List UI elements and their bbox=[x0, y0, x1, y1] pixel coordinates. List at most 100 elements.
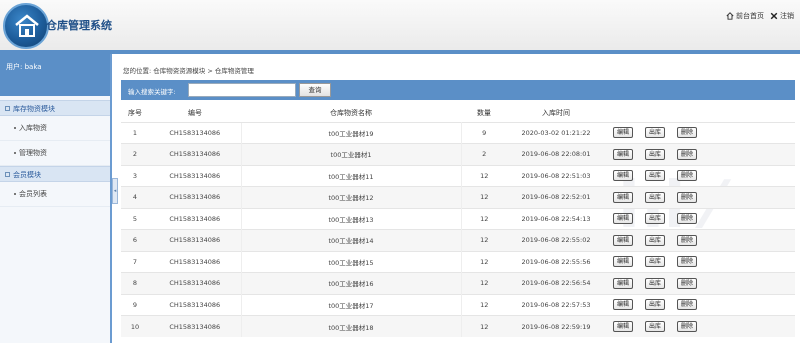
sidebar-group-inventory[interactable]: 库存物资模块 bbox=[0, 100, 110, 116]
sidebar-item-manage[interactable]: 管理物资 bbox=[0, 141, 110, 166]
outbound-button[interactable]: 出库 bbox=[645, 256, 666, 268]
search-input[interactable] bbox=[188, 83, 296, 97]
outbound-button[interactable]: 出库 bbox=[645, 277, 666, 289]
sidebar-group-label: 库存物资模块 bbox=[13, 105, 55, 113]
outbound-button[interactable]: 出库 bbox=[645, 213, 666, 225]
cell-name: t00工业器材18 bbox=[240, 315, 462, 337]
cell-code: CH1583134086 bbox=[149, 315, 241, 337]
cell-code: CH1583134086 bbox=[149, 207, 241, 230]
cell-code: CH1583134086 bbox=[149, 121, 241, 144]
delete-button[interactable]: 删除 bbox=[677, 299, 698, 311]
edit-button[interactable]: 编辑 bbox=[613, 213, 634, 225]
sidebar-group-members[interactable]: 会员模块 bbox=[0, 166, 110, 182]
cell-no: 10 bbox=[121, 315, 149, 337]
main-content: hi ⁄ 您的位置: 仓库物资资源模块 > 仓库物资管理 输入搜索关键字: 查询… bbox=[118, 54, 800, 343]
logout-link-label: 注销 bbox=[780, 12, 794, 20]
edit-button[interactable]: 编辑 bbox=[613, 191, 634, 203]
delete-button[interactable]: 删除 bbox=[677, 191, 698, 203]
cell-actions: 编辑 出库 删除 bbox=[605, 143, 795, 165]
delete-button[interactable]: 删除 bbox=[677, 256, 698, 268]
cell-name: t00工业器材19 bbox=[240, 121, 462, 144]
table-row: 10 CH1583134086 t00工业器材18 12 2019-06-08 22:5… bbox=[121, 315, 795, 337]
delete-button[interactable]: 删除 bbox=[677, 148, 698, 160]
cell-qty: 12 bbox=[461, 250, 507, 273]
edit-button[interactable]: 编辑 bbox=[613, 299, 634, 311]
cell-no: 6 bbox=[121, 229, 149, 251]
cell-no: 9 bbox=[121, 293, 149, 316]
header-name: 仓库物资名称 bbox=[330, 109, 372, 118]
delete-button[interactable]: 删除 bbox=[677, 213, 698, 225]
edit-button[interactable]: 编辑 bbox=[613, 170, 634, 182]
sidebar-item-label: 会员列表 bbox=[19, 190, 47, 198]
cell-code: CH1583134086 bbox=[149, 164, 241, 187]
search-button[interactable]: 查询 bbox=[299, 83, 331, 97]
outbound-button[interactable]: 出库 bbox=[645, 191, 666, 203]
delete-button[interactable]: 删除 bbox=[677, 277, 698, 289]
outbound-button[interactable]: 出库 bbox=[645, 148, 666, 160]
outbound-button[interactable]: 出库 bbox=[645, 299, 666, 311]
cell-actions: 编辑 出库 删除 bbox=[605, 186, 795, 208]
cell-actions: 编辑 出库 删除 bbox=[605, 164, 795, 187]
close-icon bbox=[770, 12, 778, 20]
outbound-button[interactable]: 出库 bbox=[645, 127, 666, 139]
sidebar-item-member-list[interactable]: 会员列表 bbox=[0, 182, 110, 207]
cell-actions: 编辑 出库 删除 bbox=[605, 250, 795, 273]
edit-button[interactable]: 编辑 bbox=[613, 321, 634, 332]
home-link[interactable]: 前台首页 bbox=[726, 11, 764, 21]
cell-qty: 12 bbox=[461, 229, 507, 251]
cell-qty: 12 bbox=[461, 186, 507, 208]
edit-button[interactable]: 编辑 bbox=[613, 277, 634, 289]
sidebar-item-label: 管理物资 bbox=[19, 149, 47, 157]
outbound-button[interactable]: 出库 bbox=[645, 170, 666, 182]
home-icon bbox=[726, 12, 734, 20]
cell-no: 2 bbox=[121, 143, 149, 165]
cell-no: 5 bbox=[121, 207, 149, 230]
cell-qty: 12 bbox=[461, 272, 507, 294]
sidebar-group-label: 会员模块 bbox=[13, 171, 41, 179]
cell-no: 7 bbox=[121, 250, 149, 273]
bullet-icon bbox=[14, 152, 16, 154]
delete-button[interactable]: 删除 bbox=[677, 234, 698, 246]
sidebar-item-inbound[interactable]: 入库物资 bbox=[0, 116, 110, 141]
cell-actions: 编辑 出库 删除 bbox=[605, 207, 795, 230]
edit-button[interactable]: 编辑 bbox=[613, 127, 634, 139]
logo bbox=[3, 3, 49, 49]
header-qty: 数量 bbox=[477, 109, 491, 118]
cell-time: 2019-06-08 22:56:54 bbox=[507, 272, 605, 294]
home-link-label: 前台首页 bbox=[736, 12, 764, 20]
cell-time: 2019-06-08 22:54:13 bbox=[507, 207, 605, 230]
table-row: 5 CH1583134086 t00工业器材13 12 2019-06-08 22:54… bbox=[121, 207, 795, 230]
app-title: 仓库管理系统 bbox=[46, 19, 112, 32]
delete-button[interactable]: 删除 bbox=[677, 321, 698, 332]
cell-name: t00工业器材17 bbox=[240, 293, 462, 316]
delete-button[interactable]: 删除 bbox=[677, 170, 698, 182]
cell-name: t00工业器材1 bbox=[240, 143, 462, 165]
cell-time: 2019-06-08 22:08:01 bbox=[507, 143, 605, 165]
outbound-button[interactable]: 出库 bbox=[645, 321, 666, 332]
table-row: 8 CH1583134086 t00工业器材16 12 2019-06-08 22:56… bbox=[121, 272, 795, 294]
cell-qty: 9 bbox=[461, 121, 507, 144]
edit-button[interactable]: 编辑 bbox=[613, 234, 634, 246]
logout-link[interactable]: 注销 bbox=[770, 11, 794, 21]
cell-qty: 12 bbox=[461, 315, 507, 337]
table-row: 7 CH1583134086 t00工业器材15 12 2019-06-08 22:55… bbox=[121, 250, 795, 273]
cell-qty: 12 bbox=[461, 164, 507, 187]
cell-name: t00工业器材12 bbox=[240, 186, 462, 208]
inventory-table: 序号 编号 仓库物资名称 数量 入库时间 1 CH1583134086 t00工业器… bbox=[121, 105, 795, 337]
table-row: 4 CH1583134086 t00工业器材12 12 2019-06-08 22:52… bbox=[121, 186, 795, 208]
search-label: 输入搜索关键字: bbox=[128, 88, 176, 96]
delete-button[interactable]: 删除 bbox=[677, 127, 698, 139]
cell-actions: 编辑 出库 删除 bbox=[605, 272, 795, 294]
cell-no: 1 bbox=[121, 121, 149, 144]
cell-time: 2019-06-08 22:51:03 bbox=[507, 164, 605, 187]
search-bar: 输入搜索关键字: 查询 bbox=[121, 80, 795, 100]
edit-button[interactable]: 编辑 bbox=[613, 256, 634, 268]
top-links: 前台首页 注销 bbox=[726, 11, 794, 21]
outbound-button[interactable]: 出库 bbox=[645, 234, 666, 246]
edit-button[interactable]: 编辑 bbox=[613, 148, 634, 160]
table-row: 6 CH1583134086 t00工业器材14 12 2019-06-08 22:55… bbox=[121, 229, 795, 251]
cell-code: CH1583134086 bbox=[149, 293, 241, 316]
collapse-box-icon bbox=[5, 171, 10, 177]
cell-code: CH1583134086 bbox=[149, 186, 241, 208]
header-time: 入库时间 bbox=[542, 109, 570, 118]
